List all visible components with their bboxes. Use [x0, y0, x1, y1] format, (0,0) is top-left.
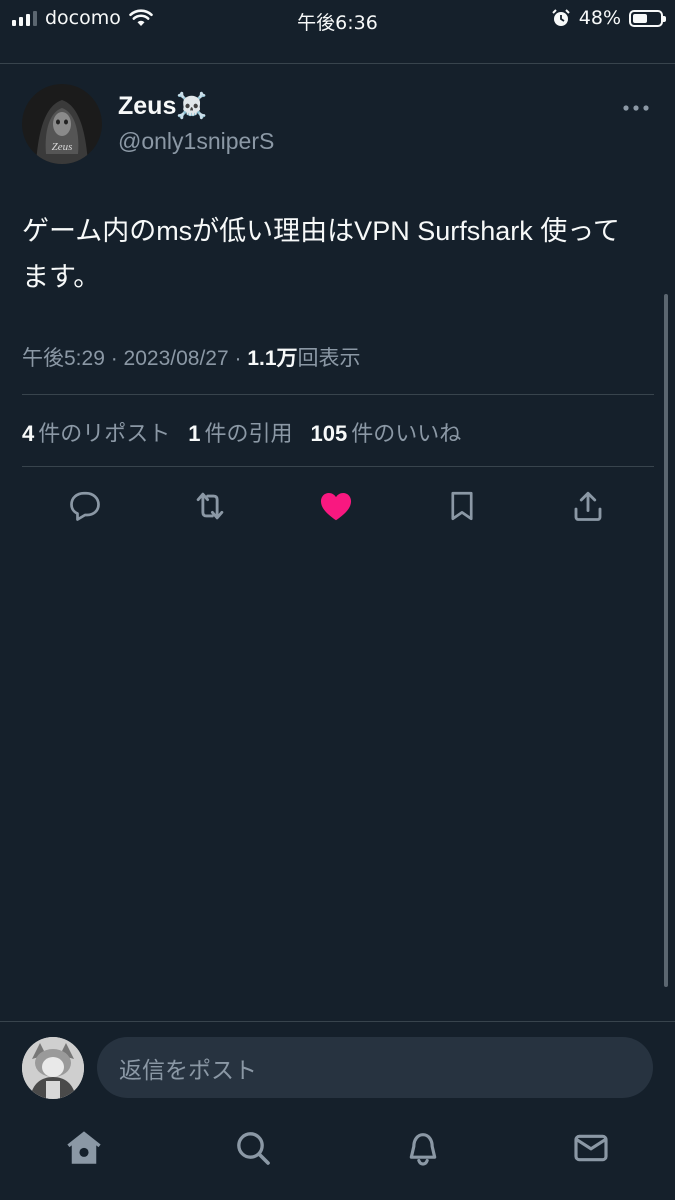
heart-icon	[320, 493, 352, 521]
quotes-count: 1	[188, 421, 201, 446]
bookmark-icon	[451, 491, 473, 521]
reply-icon	[70, 491, 100, 521]
reply-button[interactable]	[63, 484, 107, 528]
repost-button[interactable]	[188, 484, 232, 528]
tweet-text: ゲーム内のmsが低い理由はVPN Surfshark 使ってます。	[22, 216, 620, 292]
tab-explore[interactable]	[231, 1126, 275, 1170]
reply-input[interactable]: 返信をポスト	[97, 1037, 653, 1098]
tweet-meta: 午後5:29 · 2023/08/27 · 1.1万回表示	[22, 342, 361, 372]
author-name[interactable]: Zeus☠️	[118, 92, 207, 121]
share-button[interactable]	[566, 484, 610, 528]
author-avatar[interactable]: Zeus	[22, 84, 102, 164]
reposts-label: 件のリポスト	[38, 421, 171, 446]
avatar-text: Zeus	[52, 141, 73, 153]
alarm-icon	[552, 9, 570, 26]
tweet-actions	[0, 484, 675, 528]
status-right: 48%	[551, 7, 666, 29]
reply-placeholder: 返信をポスト	[119, 1056, 257, 1083]
reply-divider	[0, 1021, 675, 1022]
divider	[22, 466, 654, 467]
header-divider	[0, 63, 675, 64]
like-button[interactable]	[314, 484, 358, 528]
my-avatar[interactable]	[22, 1037, 84, 1099]
home-icon	[67, 1131, 101, 1164]
battery-label: 48%	[578, 7, 621, 29]
tab-home[interactable]	[62, 1126, 106, 1170]
divider	[22, 394, 654, 395]
likes-label: 件のいいね	[351, 421, 462, 446]
share-icon	[574, 491, 602, 521]
mail-icon	[574, 1134, 608, 1162]
engagement-stats: 4 件のリポスト 1 件の引用 105 件のいいね	[22, 416, 461, 448]
bookmark-button[interactable]	[440, 484, 484, 528]
scrollbar[interactable]	[664, 294, 668, 987]
quotes-stat[interactable]: 1 件の引用	[188, 416, 292, 448]
more-options-icon[interactable]	[621, 100, 651, 116]
retweet-icon	[196, 492, 224, 520]
likes-stat[interactable]: 105 件のいいね	[311, 416, 462, 448]
likes-count: 105	[310, 421, 348, 446]
author-handle[interactable]: @only1sniperS	[118, 128, 274, 155]
tab-notifications[interactable]	[401, 1126, 445, 1170]
bell-icon	[409, 1133, 437, 1166]
bottom-tab-bar	[0, 1126, 675, 1186]
reposts-stat[interactable]: 4 件のリポスト	[22, 416, 170, 448]
search-icon	[237, 1132, 270, 1165]
reposts-count: 4	[22, 421, 35, 446]
tab-messages[interactable]	[569, 1126, 613, 1170]
battery-icon	[629, 9, 666, 27]
tweet-timestamp[interactable]: 午後5:29 · 2023/08/27 ·	[22, 347, 247, 370]
quotes-label: 件の引用	[204, 421, 293, 446]
view-label: 回表示	[297, 347, 361, 370]
view-count: 1.1万	[247, 347, 298, 370]
status-bar: docomo 午後6:36 48%	[0, 0, 675, 40]
